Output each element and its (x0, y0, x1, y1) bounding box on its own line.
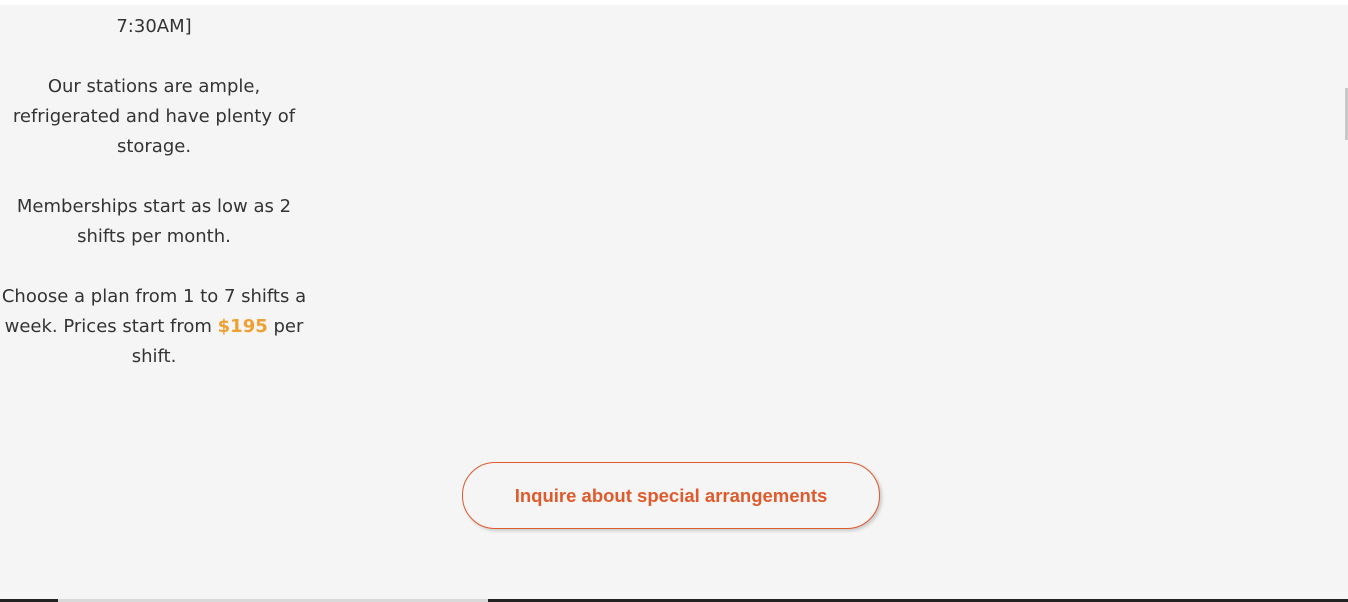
plan-line-2-suffix: per (267, 316, 304, 337)
plan-line-3: shift. (131, 346, 177, 367)
memberships-line-1: Memberships start as low as 2 (16, 196, 292, 217)
price-highlight: $195 (217, 316, 268, 337)
memberships-paragraph: Memberships start as low as 2 shifts per… (0, 192, 308, 252)
schedule-paragraph-tail: 7:30AM] (0, 12, 308, 42)
cropped-schedule-line (0, 0, 308, 10)
inquire-button[interactable]: Inquire about special arrangements (462, 462, 880, 529)
plan-line-2: week. Prices start from $195 per (0, 312, 308, 342)
plan-line-2-prefix: week. Prices start from (4, 316, 218, 337)
stations-line-2: refrigerated and have plenty of (12, 106, 296, 127)
plan-paragraph: Choose a plan from 1 to 7 shifts a week.… (0, 282, 308, 372)
stations-line-1: Our stations are ample, (47, 76, 261, 97)
stations-paragraph: Our stations are ample, refrigerated and… (0, 72, 308, 162)
plan-line-1: Choose a plan from 1 to 7 shifts a (1, 286, 307, 307)
memberships-line-2: shifts per month. (77, 226, 231, 247)
stations-line-3: storage. (116, 136, 192, 157)
schedule-tail-text: 7:30AM] (116, 16, 192, 37)
inquire-button-label: Inquire about special arrangements (514, 484, 828, 506)
